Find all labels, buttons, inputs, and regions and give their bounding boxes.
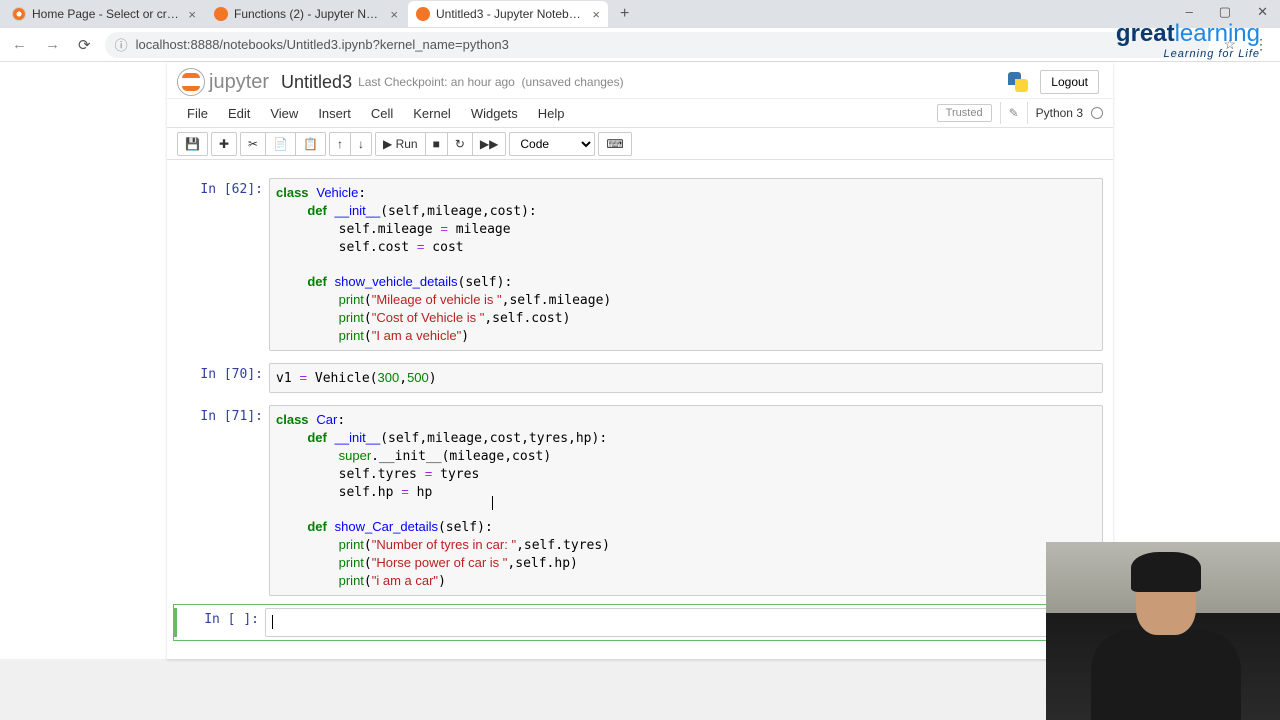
close-window-button[interactable]: ✕: [1251, 2, 1274, 22]
watermark-word1: great: [1116, 20, 1175, 47]
notebook-body: In [62]: class Vehicle: def __init__(sel…: [167, 160, 1113, 659]
menu-help[interactable]: Help: [528, 100, 575, 127]
cell-prompt: In [ ]:: [173, 608, 265, 637]
edit-mode-icon[interactable]: ✎: [1000, 102, 1028, 124]
address-bar-row: ← → ⟳ ⓘ localhost:8888/notebooks/Untitle…: [0, 28, 1280, 62]
cell-input[interactable]: class Car: def __init__(self,mileage,cos…: [269, 405, 1103, 596]
tab-favicon-icon: [12, 7, 26, 21]
webcam-overlay: [1046, 542, 1280, 720]
cell-input[interactable]: v1 = Vehicle(300,500): [269, 363, 1103, 393]
code-cell-selected[interactable]: In [ ]:: [173, 604, 1107, 641]
menu-widgets[interactable]: Widgets: [461, 100, 528, 127]
tab-title: Home Page - Select or create a n: [32, 7, 180, 21]
reload-button[interactable]: ⟳: [74, 32, 95, 58]
url-text: localhost:8888/notebooks/Untitled3.ipynb…: [136, 37, 509, 52]
paste-button[interactable]: 📋: [295, 132, 326, 156]
save-button[interactable]: 💾: [177, 132, 208, 156]
watermark-logo: greatlearning Learning for Life: [1116, 20, 1260, 60]
cell-input[interactable]: class Vehicle: def __init__(self,mileage…: [269, 178, 1103, 351]
tab-close-icon[interactable]: ×: [592, 7, 600, 22]
toolbar: 💾 ✚ ✂ 📄 📋 ↑ ↓ ▶ Run ■ ↻ ▶▶ Code ⌨: [167, 128, 1113, 160]
menu-edit[interactable]: Edit: [218, 100, 260, 127]
new-tab-button[interactable]: +: [610, 5, 639, 23]
tab-close-icon[interactable]: ×: [188, 7, 196, 22]
notebook-title[interactable]: Untitled3: [281, 72, 352, 93]
address-bar[interactable]: ⓘ localhost:8888/notebooks/Untitled3.ipy…: [105, 32, 1210, 58]
stop-button[interactable]: ■: [425, 132, 448, 156]
code-cell[interactable]: In [70]: v1 = Vehicle(300,500): [173, 359, 1107, 397]
tab-bar: Home Page - Select or create a n × Funct…: [0, 0, 1280, 28]
move-up-button[interactable]: ↑: [329, 132, 351, 156]
cell-prompt: In [62]:: [177, 178, 269, 351]
menu-cell[interactable]: Cell: [361, 100, 403, 127]
menu-insert[interactable]: Insert: [308, 100, 361, 127]
watermark-sub: Learning for Life: [1116, 48, 1260, 60]
menu-view[interactable]: View: [260, 100, 308, 127]
notebook-header: jupyter Untitled3 Last Checkpoint: an ho…: [167, 62, 1113, 98]
command-palette-button[interactable]: ⌨: [598, 132, 631, 156]
trusted-indicator[interactable]: Trusted: [937, 104, 992, 122]
cut-button[interactable]: ✂: [240, 132, 266, 156]
python-logo-icon: [1006, 70, 1030, 94]
minimize-button[interactable]: –: [1180, 2, 1199, 22]
run-button[interactable]: ▶ Run: [375, 132, 426, 156]
jupyter-logo[interactable]: jupyter: [177, 68, 269, 96]
restart-button[interactable]: ↻: [447, 132, 473, 156]
tab-favicon-icon: [416, 7, 430, 21]
browser-tab-0[interactable]: Home Page - Select or create a n ×: [4, 1, 204, 27]
cell-prompt: In [71]:: [177, 405, 269, 596]
menu-kernel[interactable]: Kernel: [403, 100, 461, 127]
kernel-name[interactable]: Python 3: [1036, 106, 1083, 120]
add-cell-button[interactable]: ✚: [211, 132, 237, 156]
move-down-button[interactable]: ↓: [350, 132, 372, 156]
kernel-indicator-icon[interactable]: [1091, 107, 1103, 119]
logout-button[interactable]: Logout: [1040, 70, 1099, 94]
cell-prompt: In [70]:: [177, 363, 269, 393]
tab-close-icon[interactable]: ×: [390, 7, 398, 22]
window-controls: – ▢ ✕: [1180, 2, 1274, 22]
jupyter-planet-icon: [177, 68, 205, 96]
cell-type-select[interactable]: Code: [509, 132, 595, 156]
tab-title: Functions (2) - Jupyter Notebook: [234, 7, 382, 21]
jupyter-logo-text: jupyter: [209, 71, 269, 94]
tab-title: Untitled3 - Jupyter Notebook: [436, 7, 584, 21]
back-button[interactable]: ←: [8, 32, 31, 57]
watermark-word2: learning: [1175, 20, 1260, 47]
restart-run-all-button[interactable]: ▶▶: [472, 132, 506, 156]
maximize-button[interactable]: ▢: [1213, 2, 1237, 22]
notebook-container: jupyter Untitled3 Last Checkpoint: an ho…: [167, 62, 1113, 659]
forward-button[interactable]: →: [41, 32, 64, 57]
code-cell[interactable]: In [71]: class Car: def __init__(self,mi…: [173, 401, 1107, 600]
menu-file[interactable]: File: [177, 100, 218, 127]
copy-button[interactable]: 📄: [265, 132, 296, 156]
browser-tab-2[interactable]: Untitled3 - Jupyter Notebook ×: [408, 1, 608, 27]
cell-input[interactable]: [265, 608, 1103, 637]
tab-favicon-icon: [214, 7, 228, 21]
code-cell[interactable]: In [62]: class Vehicle: def __init__(sel…: [173, 174, 1107, 355]
browser-tab-1[interactable]: Functions (2) - Jupyter Notebook ×: [206, 1, 406, 27]
site-info-icon[interactable]: ⓘ: [115, 35, 128, 54]
menubar: File Edit View Insert Cell Kernel Widget…: [167, 98, 1113, 128]
checkpoint-text: Last Checkpoint: an hour ago (unsaved ch…: [358, 75, 624, 89]
browser-chrome: Home Page - Select or create a n × Funct…: [0, 0, 1280, 62]
